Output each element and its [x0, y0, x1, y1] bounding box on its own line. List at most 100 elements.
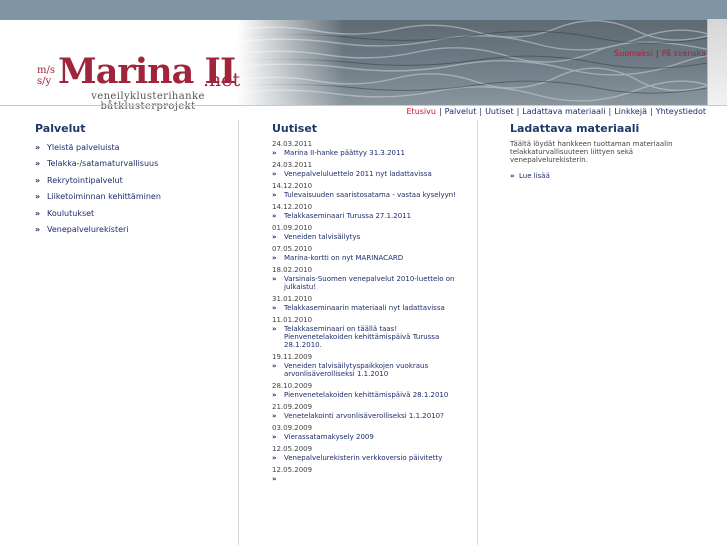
news-date: 31.01.2010 — [272, 295, 313, 303]
double-chevron-right-icon: » — [35, 143, 41, 152]
news-title-text: Veneiden talvisäilytyspaikkojen vuokraus… — [284, 362, 429, 378]
news-date: 21.09.2009 — [272, 403, 313, 411]
news-list: 24.03.2011» Marina II-hanke päättyy 31.3.… — [272, 140, 462, 483]
lang-separator: | — [655, 49, 659, 58]
double-chevron-right-icon: » — [272, 412, 277, 420]
double-chevron-right-icon: » — [272, 304, 277, 312]
news-title-text: Pienvenetelakoiden kehittämispäivä 28.1.… — [284, 391, 449, 399]
services-heading: Palvelut — [35, 122, 86, 135]
downloads-heading: Ladattava materiaali — [510, 122, 640, 135]
services-list-item[interactable]: » Koulutukset — [35, 209, 161, 219]
news-date: 14.12.2010 — [272, 182, 313, 190]
news-item: 28.10.2009» Pienvenetelakoiden kehittämis… — [272, 382, 462, 399]
news-title-text: Telakkaseminaari Turussa 27.1.2011 — [284, 212, 412, 220]
nav-separator: | — [649, 107, 653, 116]
nav-separator: | — [516, 107, 520, 116]
services-item-label: Venepalvelurekisteri — [47, 224, 129, 234]
news-date: 03.09.2009 — [272, 424, 313, 432]
services-item-label: Telakka-/satamaturvallisuus — [47, 159, 159, 169]
news-title-link[interactable]: » Vierassatamakysely 2009 — [272, 433, 462, 441]
double-chevron-right-icon: » — [272, 191, 277, 199]
nav-item-5[interactable]: Yhteystiedot — [656, 107, 706, 116]
logo-tagline-sv: båtklusterprojekt — [100, 101, 196, 112]
news-item: 01.09.2010» Veneiden talvisäilytys — [272, 224, 462, 241]
news-title-link[interactable]: » Telakkaseminaari on täällä taas! Pienve… — [272, 325, 462, 349]
news-title-link[interactable]: » Telakkaseminaarin materiaali nyt ladatt… — [272, 304, 462, 312]
logo-tld: .net — [203, 69, 241, 91]
news-date: 14.12.2010 — [272, 203, 313, 211]
services-item-label: Rekrytointipalvelut — [47, 175, 123, 185]
news-title-text: Telakkaseminaari on täällä taas! Pienven… — [284, 325, 440, 349]
news-heading: Uutiset — [272, 122, 318, 135]
news-title-text: Marina II-hanke päättyy 31.3.2011 — [284, 149, 405, 157]
news-date: 01.09.2010 — [272, 224, 313, 232]
double-chevron-right-icon: » — [272, 212, 277, 220]
double-chevron-right-icon: » — [35, 159, 41, 169]
news-title-link[interactable]: » Varsinais-Suomen venepalvelut 2010-luet… — [272, 275, 462, 291]
read-more-label: Lue lisää — [519, 172, 550, 180]
news-title-link[interactable]: » Pienvenetelakoiden kehittämispäivä 28.1… — [272, 391, 462, 399]
news-title-link[interactable]: » Marina II-hanke päättyy 31.3.2011 — [272, 149, 462, 157]
news-title-link[interactable]: » Venetelakointi arvonlisäverolliseksi 1.… — [272, 412, 462, 420]
news-item: 07.05.2010» Marina-kortti on nyt MARINACA… — [272, 245, 462, 262]
news-title-link[interactable]: » Telakkaseminaari Turussa 27.1.2011 — [272, 212, 462, 220]
sea-banner-image — [237, 20, 727, 105]
site-header: m/s s/y Marina II .net veneilyklusteriha… — [0, 20, 727, 116]
main-nav: Etusivu | Palvelut | Uutiset | Ladattava mater… — [407, 107, 707, 117]
services-list-item[interactable]: » Venepalvelurekisteri — [35, 225, 161, 235]
double-chevron-right-icon: » — [272, 391, 277, 399]
news-title-text: Vierassatamakysely 2009 — [284, 433, 374, 441]
services-item-label: Yleistä palveluista — [47, 143, 120, 152]
double-chevron-right-icon: » — [272, 275, 277, 283]
news-title-text: Varsinais-Suomen venepalvelut 2010-luett… — [284, 275, 455, 291]
lang-finnish[interactable]: Suomeksi — [614, 49, 653, 58]
news-date: 18.02.2010 — [272, 266, 313, 274]
nav-item-0[interactable]: Etusivu — [407, 107, 436, 116]
double-chevron-right-icon: » — [272, 433, 277, 441]
double-chevron-right-icon: » — [272, 233, 277, 241]
logo-tagline: veneilyklusterihanke båtklusterprojekt — [82, 92, 214, 112]
double-chevron-right-icon: » — [35, 224, 41, 234]
double-chevron-right-icon: » — [272, 325, 277, 333]
news-date: 12.05.2009 — [272, 445, 313, 453]
news-title-link[interactable]: » Marina-kortti on nyt MARINACARD — [272, 254, 462, 262]
news-title-text: Telakkaseminaarin materiaali nyt ladatta… — [284, 304, 445, 312]
news-date: 11.01.2010 — [272, 316, 313, 324]
double-chevron-right-icon: » — [272, 454, 277, 462]
news-title-text: Venepalveluluettelo 2011 nyt ladattaviss… — [284, 170, 432, 178]
header-corner-shade — [707, 19, 727, 106]
news-title-link[interactable]: » Veneiden talvisäilytyspaikkojen vuokrau… — [272, 362, 462, 378]
nav-item-3[interactable]: Ladattava materiaali — [522, 107, 605, 116]
news-title-text: Veneiden talvisäilytys — [284, 233, 361, 241]
news-item: 24.03.2011» Venepalveluluettelo 2011 nyt … — [272, 161, 462, 178]
downloads-read-more-link[interactable]: » Lue lisää — [510, 172, 550, 181]
news-title-text: Venepalvelurekisterin verkkoversio päivi… — [284, 454, 443, 462]
news-title-text: Tulevaisuuden saaristosatama - vastaa ky… — [284, 191, 456, 199]
news-item: 14.12.2010» Telakkaseminaari Turussa 27.1… — [272, 203, 462, 220]
news-title-link[interactable]: » Venepalvelurekisterin verkkoversio päiv… — [272, 454, 462, 462]
double-chevron-right-icon: » — [272, 475, 277, 483]
nav-item-2[interactable]: Uutiset — [485, 107, 514, 116]
services-item-label: Liiketoiminnan kehittäminen — [47, 192, 161, 202]
news-date: 19.11.2009 — [272, 353, 313, 361]
news-date: 24.03.2011 — [272, 140, 313, 148]
double-chevron-right-icon: » — [35, 208, 41, 218]
news-title-text: Venetelakointi arvonlisäverolliseksi 1.1… — [284, 412, 444, 420]
news-title-link[interactable]: » Tulevaisuuden saaristosatama - vastaa k… — [272, 191, 462, 199]
double-chevron-right-icon: » — [35, 175, 41, 185]
news-date: 12.05.2009 — [272, 466, 313, 474]
news-title-link[interactable]: » Veneiden talvisäilytys — [272, 233, 462, 241]
services-list-item[interactable]: » Rekrytointipalvelut — [35, 176, 161, 186]
lang-swedish[interactable]: På svenska — [662, 49, 706, 58]
services-list-item[interactable]: » Telakka-/satamaturvallisuus — [35, 159, 161, 169]
nav-item-1[interactable]: Palvelut — [445, 107, 477, 116]
nav-item-4[interactable]: Linkkejä — [614, 107, 647, 116]
services-list-item[interactable]: » Liiketoiminnan kehittäminen — [35, 192, 161, 202]
news-title-text: Marina-kortti on nyt MARINACARD — [284, 254, 404, 262]
double-chevron-right-icon: » — [272, 362, 277, 370]
double-chevron-right-icon: » — [272, 170, 277, 178]
double-chevron-right-icon: » — [272, 254, 277, 262]
services-list-item[interactable]: » Yleistä palveluista — [35, 143, 161, 153]
news-title-link[interactable]: » Venepalveluluettelo 2011 nyt ladattavis… — [272, 170, 462, 178]
nav-separator: | — [608, 107, 612, 116]
